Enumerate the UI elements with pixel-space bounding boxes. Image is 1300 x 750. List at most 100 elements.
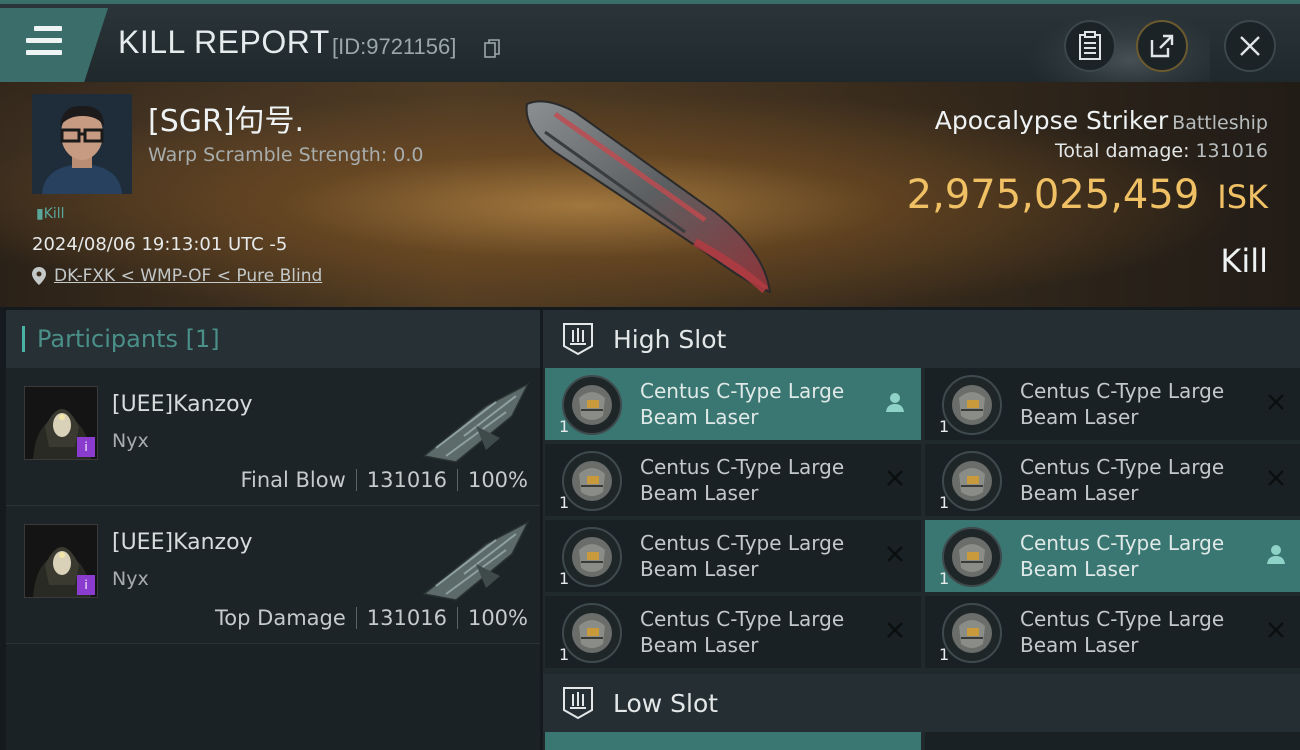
ship-class: Battleship <box>1172 112 1268 134</box>
participant-name[interactable]: [UEE]Kanzoy <box>112 530 253 555</box>
module-quantity: 1 <box>939 493 950 512</box>
isk-value: 2,975,025,459 ISK <box>907 172 1268 218</box>
victim-portrait[interactable] <box>32 94 132 194</box>
destroyed-x-icon <box>1264 466 1288 490</box>
participant-stats: Final Blow 131016 100% <box>240 468 528 492</box>
clipboard-button[interactable] <box>1064 20 1116 72</box>
participant-badge: i <box>77 437 95 457</box>
participant-row[interactable]: i [UEE]Kanzoy Nyx Final Blow 131016 100% <box>6 368 540 506</box>
participant-percent: 100% <box>467 468 528 492</box>
participant-role: Final Blow <box>240 468 346 492</box>
module-quantity: 1 <box>559 493 570 512</box>
low-slot-header: Low Slot <box>543 674 1300 732</box>
report-result: Kill <box>1220 242 1268 280</box>
participant-row[interactable]: i [UEE]Kanzoy Nyx Top Damage 131016 100% <box>6 506 540 644</box>
high-slot-module[interactable]: 1 Centus C-Type Large Beam Laser <box>545 444 921 516</box>
menu-button[interactable] <box>0 8 108 82</box>
kill-tag-label: Kill <box>43 206 65 222</box>
beam-laser-icon <box>561 450 623 512</box>
close-button[interactable] <box>1224 20 1276 72</box>
module-name-line2: Beam Laser <box>640 633 759 657</box>
stat-divider <box>355 469 357 491</box>
high-slot-module[interactable]: 1 Centus C-Type Large Beam Laser <box>925 368 1300 440</box>
participant-avatar[interactable]: i <box>24 524 98 598</box>
low-slot-module[interactable] <box>545 732 921 750</box>
share-icon <box>1150 34 1174 58</box>
module-name-line2: Beam Laser <box>1020 481 1139 505</box>
module-quantity: 1 <box>559 569 570 588</box>
ship-name-text: Apocalypse Striker <box>934 106 1169 135</box>
isk-amount: 2,975,025,459 <box>906 172 1200 218</box>
hamburger-icon <box>26 26 62 56</box>
module-name-line2: Beam Laser <box>1020 557 1139 581</box>
participant-stats: Top Damage 131016 100% <box>215 606 528 630</box>
victim-banner: [SGR]句号. Warp Scramble Strength: 0.0 ▮Ki… <box>0 82 1300 307</box>
copy-icon[interactable] <box>484 39 500 59</box>
participants-header[interactable]: Participants [1] <box>6 310 540 368</box>
beam-laser-icon <box>561 602 623 664</box>
high-slot-module[interactable]: 1 Centus C-Type Large Beam Laser <box>925 520 1300 592</box>
share-button[interactable] <box>1136 20 1188 72</box>
victim-name[interactable]: [SGR]句号. <box>148 96 304 140</box>
destroyed-x-icon <box>1264 618 1288 642</box>
module-name: Centus C-Type Large Beam Laser <box>640 378 870 430</box>
location-pin-icon <box>32 267 46 285</box>
window-header: KILL REPORT [ID:9721156] <box>0 0 1300 84</box>
module-name: Centus C-Type Large Beam Laser <box>1020 378 1250 430</box>
destroyed-x-icon <box>883 542 907 566</box>
module-name-line2: Beam Laser <box>1020 633 1139 657</box>
destroyed-x-icon <box>883 466 907 490</box>
high-slot-module[interactable]: 1 Centus C-Type Large Beam Laser <box>545 596 921 668</box>
participant-percent: 100% <box>467 606 528 630</box>
participant-damage: 131016 <box>366 468 447 492</box>
participant-ship: Nyx <box>112 568 149 590</box>
participant-name[interactable]: [UEE]Kanzoy <box>112 392 253 417</box>
high-slot-grid: 1 Centus C-Type Large Beam Laser 1 Centus C-… <box>543 368 1300 672</box>
stat-divider <box>456 607 458 629</box>
victim-ship-name[interactable]: Apocalypse Striker Battleship <box>935 106 1268 135</box>
module-quantity: 1 <box>939 417 950 436</box>
high-slot-module[interactable]: 1 Centus C-Type Large Beam Laser <box>925 596 1300 668</box>
high-slot-module[interactable]: 1 Centus C-Type Large Beam Laser <box>545 368 921 440</box>
high-slot-header: High Slot <box>543 310 1300 368</box>
beam-laser-icon <box>941 526 1003 588</box>
module-name: Centus C-Type Large Beam Laser <box>1020 606 1250 658</box>
destroyed-x-icon <box>1264 390 1288 414</box>
module-name-line2: Beam Laser <box>640 481 759 505</box>
module-name-line1: Centus C-Type Large <box>1020 455 1225 479</box>
high-slot-module[interactable]: 1 Centus C-Type Large Beam Laser <box>925 444 1300 516</box>
beam-laser-icon <box>941 374 1003 436</box>
participant-ship-render[interactable] <box>416 376 536 468</box>
participant-avatar[interactable]: i <box>24 386 98 460</box>
location-link[interactable]: DK-FXK < WMP-OF < Pure Blind <box>54 266 322 286</box>
kill-location[interactable]: DK-FXK < WMP-OF < Pure Blind <box>32 266 322 286</box>
module-name-line1: Centus C-Type Large <box>1020 607 1225 631</box>
participants-panel: Participants [1] i [UEE]Kanzoy Nyx Final Bl… <box>6 310 540 750</box>
stat-divider <box>355 607 357 629</box>
module-quantity: 1 <box>939 645 950 664</box>
high-slot-module[interactable]: 1 Centus C-Type Large Beam Laser <box>545 520 921 592</box>
beam-laser-icon <box>561 374 623 436</box>
beam-laser-icon <box>941 450 1003 512</box>
module-quantity: 1 <box>559 645 570 664</box>
high-slot-label: High Slot <box>613 324 727 354</box>
low-slot-label: Low Slot <box>613 688 719 718</box>
page-title: KILL REPORT <box>118 24 330 60</box>
low-slot-icon <box>563 687 593 720</box>
participant-ship-render[interactable] <box>416 514 536 606</box>
beam-laser-icon <box>561 526 623 588</box>
module-name-line1: Centus C-Type Large <box>640 455 845 479</box>
module-name-line2: Beam Laser <box>640 557 759 581</box>
clipboard-icon <box>1079 31 1101 60</box>
total-damage-value: 131016 <box>1195 140 1268 162</box>
header-accent-bar <box>22 326 25 352</box>
pilot-icon <box>1264 542 1288 566</box>
participants-title: Participants [1] <box>37 325 220 353</box>
stat-divider <box>456 469 458 491</box>
module-name-line2: Beam Laser <box>640 405 759 429</box>
module-name: Centus C-Type Large Beam Laser <box>640 530 870 582</box>
report-id: [ID:9721156] <box>332 34 457 59</box>
module-name-line1: Centus C-Type Large <box>1020 531 1225 555</box>
low-slot-module[interactable] <box>925 732 1300 750</box>
victim-ship-render[interactable] <box>515 92 785 302</box>
